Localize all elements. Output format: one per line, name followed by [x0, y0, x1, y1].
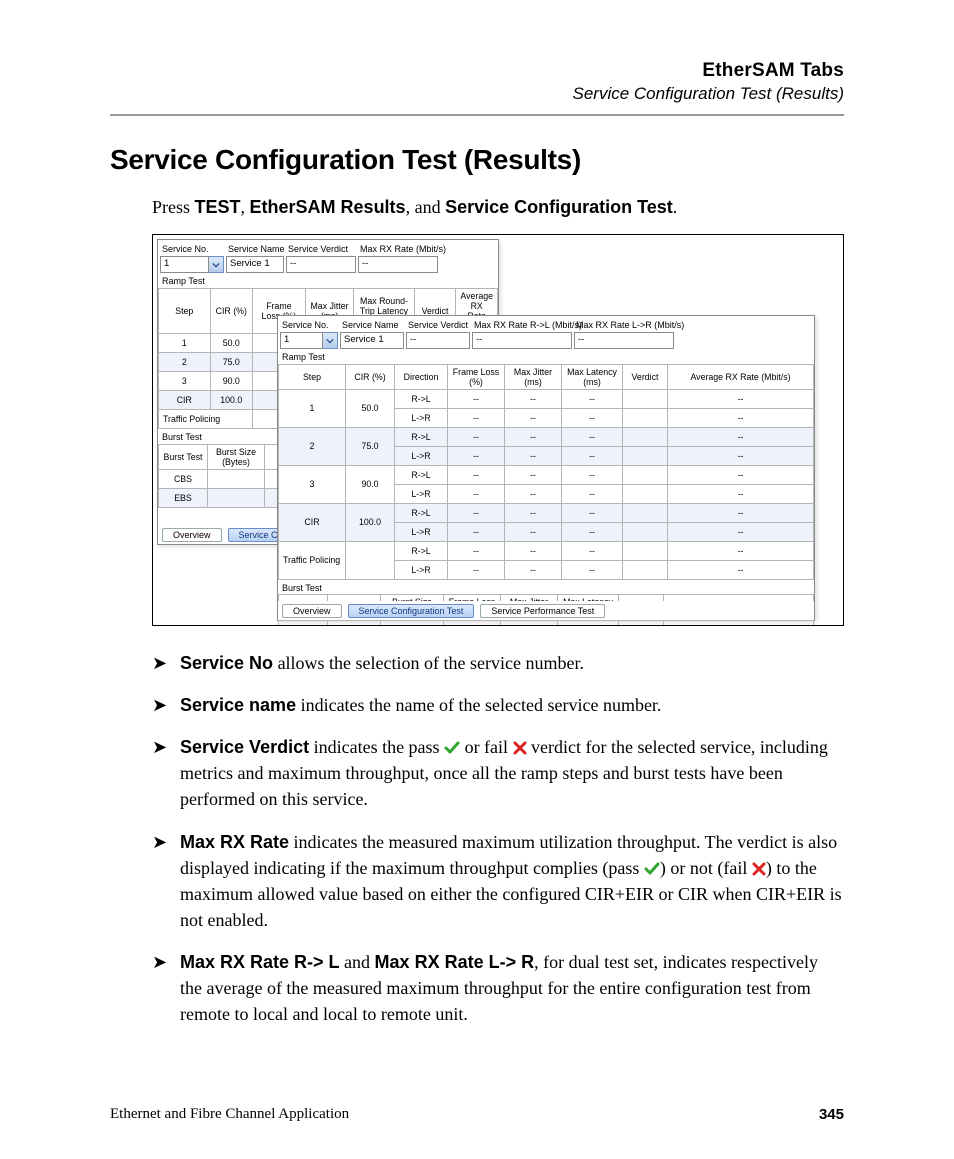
footer-book-title: Ethernet and Fibre Channel Application — [110, 1106, 349, 1123]
pass-icon — [444, 741, 460, 755]
breadcrumb: Service Configuration Test (Results) — [110, 84, 844, 104]
tab-service-config[interactable]: Service Configuration Test — [348, 604, 475, 618]
divider — [110, 114, 844, 116]
right-panel: Service No. 1 Service NameService 1 Serv… — [277, 315, 815, 621]
chevron-down-icon[interactable] — [209, 256, 224, 273]
max-rx-field: -- — [358, 256, 438, 273]
fail-icon — [513, 741, 527, 755]
bullet-item: Service Verdict indicates the pass or fa… — [152, 734, 844, 812]
right-ramp-table: Step CIR (%) Direction Frame Loss (%) Ma… — [278, 364, 814, 580]
bullet-item: Service No allows the selection of the s… — [152, 650, 844, 676]
max-rx-lr-field: -- — [574, 332, 674, 349]
bullet-item: Service name indicates the name of the s… — [152, 692, 844, 718]
service-name-field: Service 1 — [340, 332, 404, 349]
intro-paragraph: Press TEST, EtherSAM Results, and Servic… — [110, 194, 844, 220]
service-name-field: Service 1 — [226, 256, 284, 273]
bullet-item: Max RX Rate R-> L and Max RX Rate L-> R,… — [152, 949, 844, 1027]
bullet-item: Max RX Rate indicates the measured maxim… — [152, 829, 844, 933]
page-title: Service Configuration Test (Results) — [110, 144, 844, 176]
page-number: 345 — [819, 1106, 844, 1123]
results-screenshot: Service No. 1 Service NameService 1 Serv… — [152, 234, 844, 626]
service-verdict-field: -- — [406, 332, 470, 349]
tab-overview[interactable]: Overview — [282, 604, 342, 618]
bullet-list: Service No allows the selection of the s… — [110, 650, 844, 1027]
tab-service-performance[interactable]: Service Performance Test — [480, 604, 605, 618]
ramp-label: Ramp Test — [158, 273, 498, 287]
chapter-title: EtherSAM Tabs — [110, 60, 844, 82]
service-no-select[interactable]: 1 — [160, 256, 209, 273]
pass-icon — [644, 862, 660, 876]
max-rx-rl-field: -- — [472, 332, 572, 349]
tab-overview[interactable]: Overview — [162, 528, 222, 542]
fail-icon — [752, 862, 766, 876]
service-verdict-field: -- — [286, 256, 356, 273]
service-no-select[interactable]: 1 — [280, 332, 323, 349]
chevron-down-icon[interactable] — [323, 332, 338, 349]
